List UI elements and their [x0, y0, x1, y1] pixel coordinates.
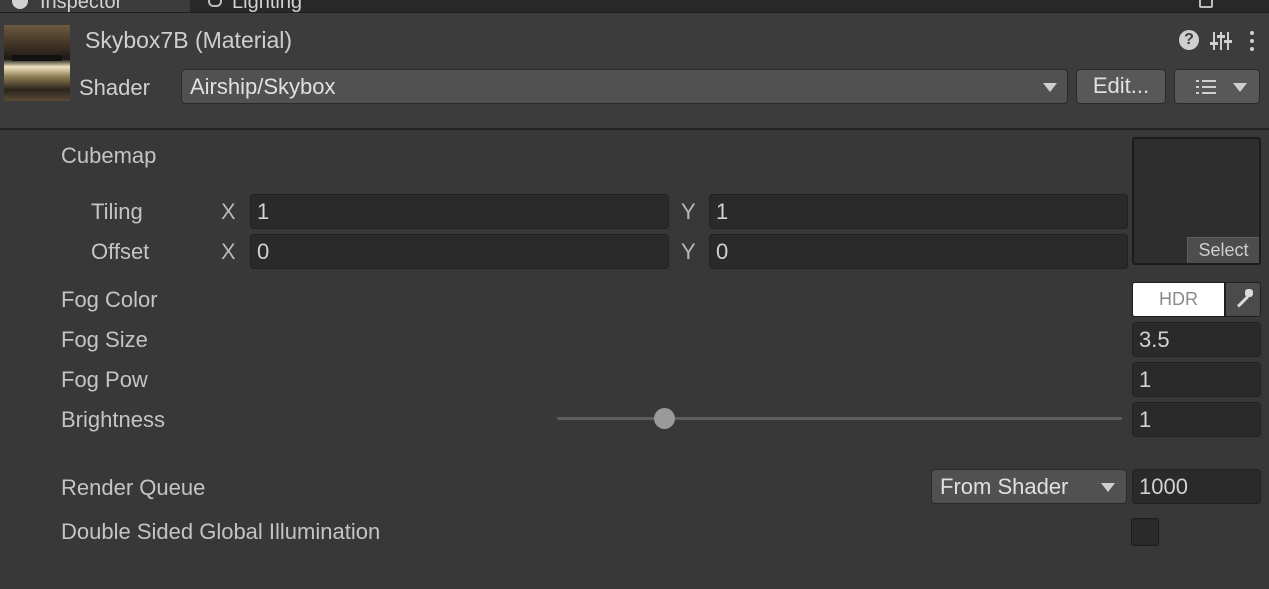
help-icon[interactable]: ? — [1179, 30, 1199, 50]
offset-x-field[interactable]: 0 — [250, 234, 669, 269]
material-header: Skybox7B (Material) ? Shader Airship/Sky… — [0, 13, 1269, 130]
tiling-y-value: 1 — [716, 199, 729, 224]
render-queue-mode: From Shader — [940, 474, 1069, 499]
fog-color-label: Fog Color — [61, 287, 158, 312]
material-title: Skybox7B (Material) — [85, 27, 293, 53]
light-bulb-icon — [208, 0, 222, 7]
edit-shader-button[interactable]: Edit... — [1076, 69, 1166, 104]
eyedropper-icon — [1235, 289, 1253, 311]
chevron-down-icon — [1101, 483, 1115, 492]
tiling-x-axis-label: X — [221, 199, 236, 224]
render-queue-label: Render Queue — [61, 475, 206, 500]
tiling-y-axis-label: Y — [681, 199, 696, 224]
brightness-field[interactable]: 1 — [1132, 402, 1261, 437]
shader-dropdown[interactable]: Airship/Skybox — [181, 69, 1068, 104]
tab-bar: Inspector Lighting — [0, 0, 1269, 13]
tab-inspector[interactable]: Inspector — [0, 0, 190, 13]
cubemap-texture-slot[interactable]: Select — [1132, 137, 1261, 265]
render-queue-dropdown[interactable]: From Shader — [931, 469, 1127, 504]
offset-label: Offset — [91, 239, 150, 264]
render-queue-field[interactable]: 1000 — [1132, 469, 1261, 504]
more-menu-icon[interactable] — [1249, 30, 1255, 52]
fog-size-value: 3.5 — [1139, 327, 1170, 352]
material-options-dropdown[interactable] — [1174, 69, 1260, 104]
fog-color-field[interactable]: HDR — [1132, 282, 1225, 317]
tiling-x-value: 1 — [257, 199, 270, 224]
brightness-slider-track[interactable] — [557, 417, 1122, 420]
render-queue-value: 1000 — [1139, 474, 1188, 499]
offset-y-axis-label: Y — [681, 239, 696, 264]
fog-size-field[interactable]: 3.5 — [1132, 322, 1261, 357]
tab-label: Inspector — [40, 0, 123, 13]
tiling-x-field[interactable]: 1 — [250, 194, 669, 229]
offset-y-field[interactable]: 0 — [709, 234, 1128, 269]
brightness-label: Brightness — [61, 407, 165, 432]
chevron-down-icon — [1233, 83, 1247, 92]
list-icon — [1196, 80, 1216, 94]
fog-pow-field[interactable]: 1 — [1132, 362, 1261, 397]
info-icon — [12, 0, 28, 9]
presets-icon[interactable] — [1210, 30, 1232, 52]
brightness-slider-thumb[interactable] — [654, 408, 675, 429]
offset-x-axis-label: X — [221, 239, 236, 264]
cubemap-label: Cubemap — [61, 143, 157, 168]
color-picker-button[interactable] — [1225, 282, 1261, 317]
double-sided-gi-checkbox[interactable] — [1131, 518, 1159, 546]
double-sided-gi-label: Double Sided Global Illumination — [61, 519, 381, 544]
maximize-icon[interactable] — [1199, 0, 1213, 8]
tab-label: Lighting — [232, 0, 303, 13]
tiling-label: Tiling — [91, 199, 143, 224]
tab-more-menu-icon[interactable] — [1243, 0, 1257, 8]
tiling-y-field[interactable]: 1 — [709, 194, 1128, 229]
brightness-value: 1 — [1139, 407, 1152, 432]
offset-x-value: 0 — [257, 239, 270, 264]
shader-label: Shader — [79, 75, 150, 100]
shader-value: Airship/Skybox — [190, 74, 336, 99]
fog-pow-label: Fog Pow — [61, 367, 148, 392]
chevron-down-icon — [1043, 83, 1057, 92]
tab-lighting[interactable]: Lighting — [206, 0, 303, 13]
fog-size-label: Fog Size — [61, 327, 148, 352]
offset-y-value: 0 — [716, 239, 729, 264]
fog-pow-value: 1 — [1139, 367, 1152, 392]
material-preview-thumbnail[interactable] — [4, 25, 70, 101]
texture-select-button[interactable]: Select — [1187, 237, 1259, 263]
